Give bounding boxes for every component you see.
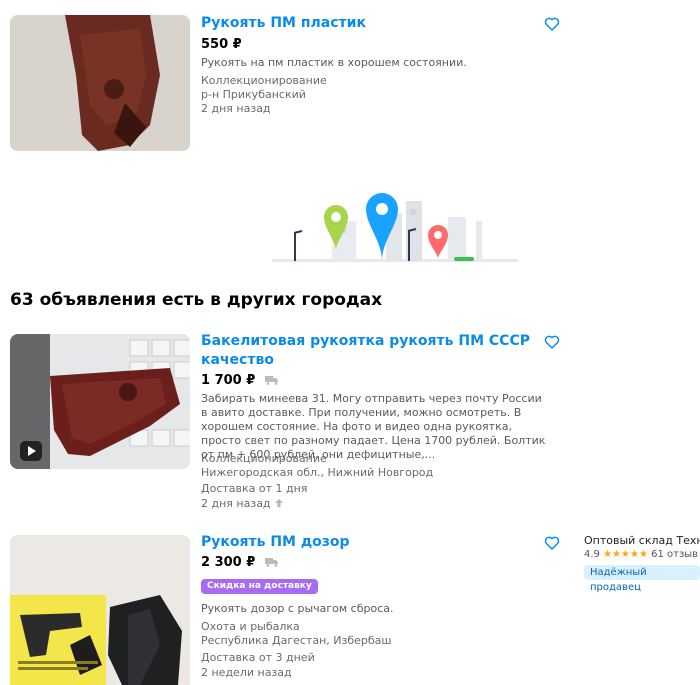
holster-photo bbox=[10, 535, 190, 685]
listing-photo[interactable] bbox=[10, 535, 190, 685]
listing-price: 1 700 ₽ bbox=[201, 373, 279, 390]
listing-date: 2 дня назад bbox=[201, 497, 271, 510]
play-icon[interactable] bbox=[20, 441, 42, 461]
reliable-seller-badge: Надёжный продавец bbox=[584, 565, 700, 593]
listing-category: Коллекционирование bbox=[201, 74, 327, 87]
heart-outline-icon[interactable] bbox=[544, 334, 560, 350]
star-rating-icon: ★★★★★ bbox=[603, 549, 648, 560]
listing-location: Нижегородская обл., Нижний Новгород bbox=[201, 466, 434, 479]
listing-price: 550 ₽ bbox=[201, 37, 242, 52]
arrow-up-icon bbox=[274, 498, 284, 512]
listing-photo[interactable] bbox=[10, 334, 190, 469]
price-value: 1 700 ₽ bbox=[201, 373, 256, 388]
listing-description: Рукоять дозор с рычагом сброса. bbox=[201, 602, 394, 615]
listing-date: 2 дня назад bbox=[201, 102, 271, 115]
section-title: 63 объявления есть в других городах bbox=[10, 290, 383, 310]
listing-title[interactable]: Рукоять ПМ дозор bbox=[201, 533, 350, 552]
listing-delivery: Доставка от 1 дня bbox=[201, 482, 308, 495]
truck-icon bbox=[264, 556, 279, 572]
listing-category: Коллекционирование bbox=[201, 452, 327, 465]
heart-outline-icon[interactable] bbox=[544, 16, 560, 32]
listing-price: 2 300 ₽ bbox=[201, 555, 279, 572]
listing-location: р-н Прикубанский bbox=[201, 88, 306, 101]
price-value: 2 300 ₽ bbox=[201, 555, 256, 570]
listing-date-row: 2 дня назад bbox=[201, 497, 284, 512]
listing-title[interactable]: Бакелитовая рукоятка рукоять ПМ СССР кач… bbox=[201, 332, 531, 370]
grip-photo bbox=[10, 15, 190, 151]
seller-rating: 4.9 ★★★★★ 61 отзыв bbox=[584, 549, 698, 560]
other-cities-illustration bbox=[266, 191, 526, 269]
listing-description: Рукоять на пм пластик в хорошем состояни… bbox=[201, 56, 467, 69]
listing-title[interactable]: Рукоять ПМ пластик bbox=[201, 14, 366, 33]
listing-delivery: Доставка от 3 дней bbox=[201, 651, 315, 664]
seller-name[interactable]: Оптовый склад Техно-I bbox=[584, 534, 700, 547]
rating-value: 4.9 bbox=[584, 549, 600, 560]
heart-outline-icon[interactable] bbox=[544, 535, 560, 551]
listing-category: Охота и рыбалка bbox=[201, 620, 300, 633]
reviews-count[interactable]: 61 отзыв bbox=[651, 549, 698, 560]
listing-photo[interactable] bbox=[10, 15, 190, 151]
truck-icon bbox=[264, 374, 279, 390]
listing-date: 2 недели назад bbox=[201, 666, 292, 679]
discount-delivery-badge: Скидка на доставку bbox=[201, 579, 318, 594]
listing-location: Республика Дагестан, Избербаш bbox=[201, 634, 392, 647]
